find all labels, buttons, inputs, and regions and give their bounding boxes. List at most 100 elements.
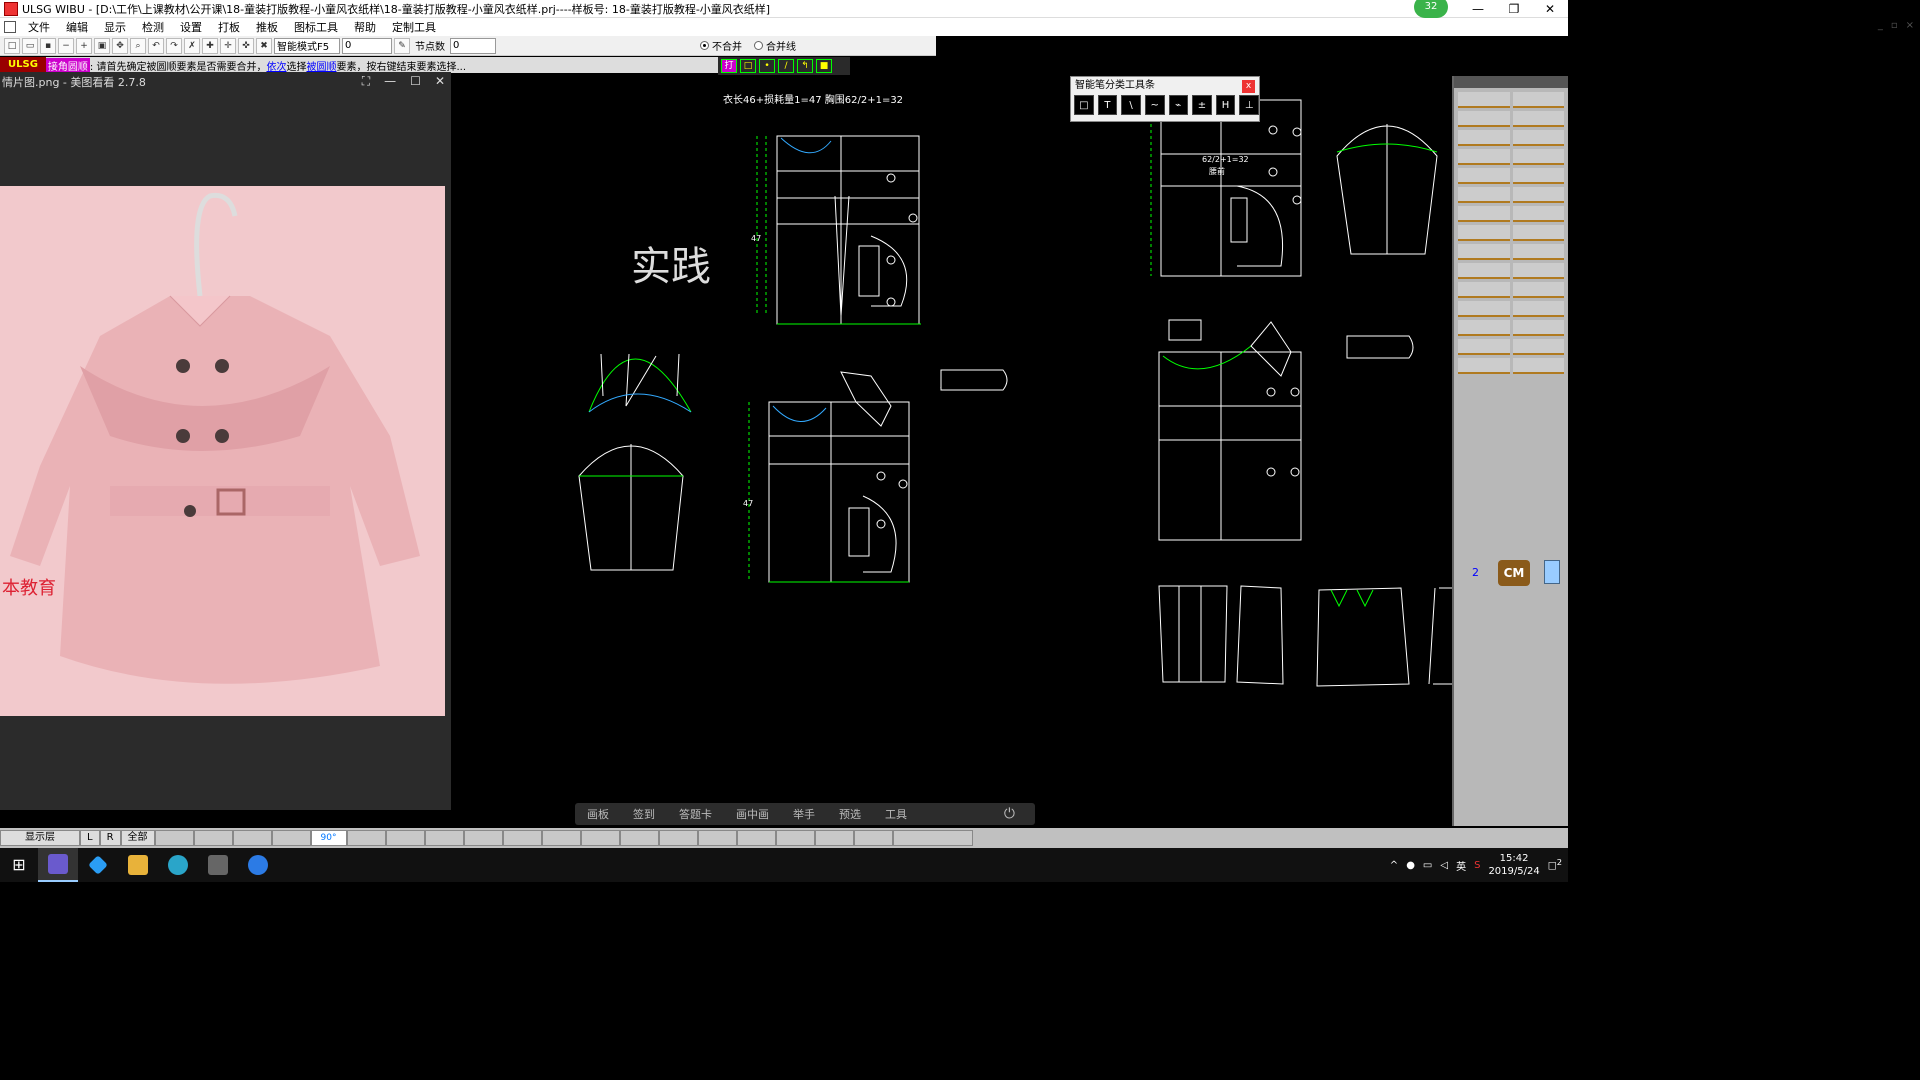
point-mode-icon[interactable]: •: [759, 59, 775, 73]
rotate-tool-icon[interactable]: [1458, 263, 1510, 279]
taskbar-app-blue[interactable]: [78, 848, 118, 882]
node-count-input[interactable]: 0: [450, 37, 496, 54]
power-icon[interactable]: ⏻: [992, 806, 1027, 822]
pan-icon[interactable]: ✥: [112, 37, 128, 54]
pattern-piece-front-top[interactable]: 47: [751, 135, 921, 325]
radio-merge-line[interactable]: 合并线: [754, 38, 796, 53]
pen-edit-tool-icon[interactable]: [1512, 320, 1564, 336]
save-icon[interactable]: ▪: [40, 37, 56, 54]
slope-tool-icon[interactable]: [1512, 111, 1564, 127]
all-button[interactable]: 全部: [120, 830, 155, 846]
text-tool-icon[interactable]: T: [1097, 95, 1118, 115]
tray-network-icon[interactable]: ▭: [1423, 860, 1432, 871]
smooth-curve-tool-icon[interactable]: ⌁: [1168, 95, 1189, 115]
right-button[interactable]: R: [99, 830, 121, 846]
maximize-button[interactable]: ❐: [1496, 0, 1532, 18]
extend-tool-icon[interactable]: [1512, 339, 1564, 355]
sew-tool-icon[interactable]: [1512, 206, 1564, 222]
pattern-tool-icon[interactable]: [1512, 225, 1564, 241]
key-tool-icon[interactable]: [1512, 301, 1564, 317]
tray-clock[interactable]: 15:42 2019/5/24: [1488, 852, 1539, 878]
add-point-icon[interactable]: ✚: [202, 37, 218, 54]
dart-tool-icon[interactable]: [1512, 168, 1564, 184]
fold-tool-icon[interactable]: [1458, 168, 1510, 184]
drawing-canvas[interactable]: 衣长46+损耗量1=47 胸围62/2+1=32 实践 47 47 62/2+1…: [451, 76, 1452, 826]
pattern-piece-strip[interactable]: [940, 369, 1008, 391]
delete-tool-icon[interactable]: [1458, 301, 1510, 317]
merge-point-icon[interactable]: ✜: [238, 37, 254, 54]
tray-ime-label[interactable]: 英: [1456, 858, 1466, 873]
picture-in-picture-button[interactable]: 画中画: [724, 806, 781, 822]
curve-tool-icon[interactable]: ~: [1144, 95, 1165, 115]
radio-no-merge[interactable]: 不合并: [700, 38, 742, 53]
menu-grading[interactable]: 推板: [248, 19, 286, 35]
pattern-piece-back-top[interactable]: 62/2+1=32 腰前: [1150, 99, 1302, 277]
tape-tool-icon[interactable]: [1512, 149, 1564, 165]
pattern-piece-skirt-panels[interactable]: [1158, 585, 1452, 687]
notification-badge[interactable]: 32: [1414, 0, 1448, 18]
horizontal-tool-icon[interactable]: H: [1215, 95, 1236, 115]
whiteboard-button[interactable]: 画板: [575, 806, 621, 822]
pencil-tool-icon[interactable]: [1458, 92, 1510, 108]
perpendicular-tool-icon[interactable]: ⊥: [1239, 95, 1259, 115]
sign-in-button[interactable]: 签到: [621, 806, 667, 822]
delete-point-icon[interactable]: ✗: [184, 37, 200, 54]
redo-icon[interactable]: ↷: [166, 37, 182, 54]
close-button[interactable]: ✕: [1532, 0, 1568, 18]
tools-button[interactable]: 工具: [873, 806, 919, 822]
taskbar-file-explorer-icon[interactable]: [118, 848, 158, 882]
seam-tool-icon[interactable]: [1458, 206, 1510, 222]
new-file-icon[interactable]: □: [4, 37, 20, 54]
snap-mode-icon[interactable]: 打: [721, 59, 737, 73]
button-tool-icon[interactable]: [1512, 282, 1564, 298]
calculator-icon[interactable]: [1544, 560, 1560, 584]
toolbar-close-button[interactable]: x: [1242, 80, 1255, 93]
menu-icon-tools[interactable]: 图标工具: [286, 19, 346, 35]
remove-point-icon[interactable]: ✖: [256, 37, 272, 54]
zoom-in-icon[interactable]: +: [76, 37, 92, 54]
split-tool-icon[interactable]: [1458, 358, 1510, 374]
tray-volume-icon[interactable]: ◁: [1440, 860, 1448, 871]
taskbar-app-sogou[interactable]: [238, 848, 278, 882]
tray-app-icon[interactable]: ●: [1406, 860, 1415, 871]
open-file-icon[interactable]: ▭: [22, 37, 38, 54]
pen-icon[interactable]: ✎: [394, 37, 410, 54]
system-menu-icon[interactable]: [4, 21, 16, 33]
pattern-piece-back-bottom[interactable]: [1158, 319, 1302, 541]
left-button[interactable]: L: [80, 830, 100, 846]
mdi-close-button[interactable]: ×: [1906, 20, 1914, 31]
minimize-button[interactable]: —: [1460, 0, 1496, 18]
line-tool-icon[interactable]: \: [1121, 95, 1141, 115]
cut-tool-icon[interactable]: [1512, 130, 1564, 146]
pattern-piece-sleeve[interactable]: [578, 444, 684, 571]
tray-chevron-icon[interactable]: ^: [1390, 860, 1398, 871]
menu-help[interactable]: 帮助: [346, 19, 384, 35]
zoom-out-icon[interactable]: −: [58, 37, 74, 54]
menu-pattern[interactable]: 打板: [210, 19, 248, 35]
windows-start-icon[interactable]: ⊞: [0, 848, 38, 882]
rectangle-tool-icon[interactable]: □: [1074, 95, 1094, 115]
gather-tool-icon[interactable]: [1512, 187, 1564, 203]
grain-tool-icon[interactable]: [1458, 282, 1510, 298]
raise-hand-button[interactable]: 举手: [781, 806, 827, 822]
display-layer-button[interactable]: 显示层: [0, 830, 80, 846]
mode-select[interactable]: 智能模式F5: [274, 37, 340, 54]
rect-mode-icon[interactable]: □: [740, 59, 756, 73]
text-label-tool-icon[interactable]: [1458, 320, 1510, 336]
pattern-piece-right-sleeve[interactable]: [1336, 124, 1438, 255]
menu-view[interactable]: 显示: [96, 19, 134, 35]
parallel-tool-icon[interactable]: ±: [1192, 95, 1212, 115]
notification-center-icon[interactable]: ☐2: [1548, 857, 1562, 872]
answer-sheet-button[interactable]: 答题卡: [667, 806, 724, 822]
menu-file[interactable]: 文件: [20, 19, 58, 35]
menu-settings[interactable]: 设置: [172, 19, 210, 35]
value-input[interactable]: 0: [342, 37, 392, 54]
arrow-tool-icon[interactable]: [1512, 92, 1564, 108]
trim-tool-icon[interactable]: [1458, 225, 1510, 241]
preselect-button[interactable]: 预选: [827, 806, 873, 822]
pattern-piece-front-bottom[interactable]: 47: [743, 371, 910, 583]
straight-tool-icon[interactable]: [1458, 111, 1510, 127]
tray-sogou-icon[interactable]: S: [1474, 860, 1480, 871]
viewer-fullscreen-icon[interactable]: ⛶: [362, 74, 370, 89]
diagonal-mode-icon[interactable]: /: [778, 59, 794, 73]
